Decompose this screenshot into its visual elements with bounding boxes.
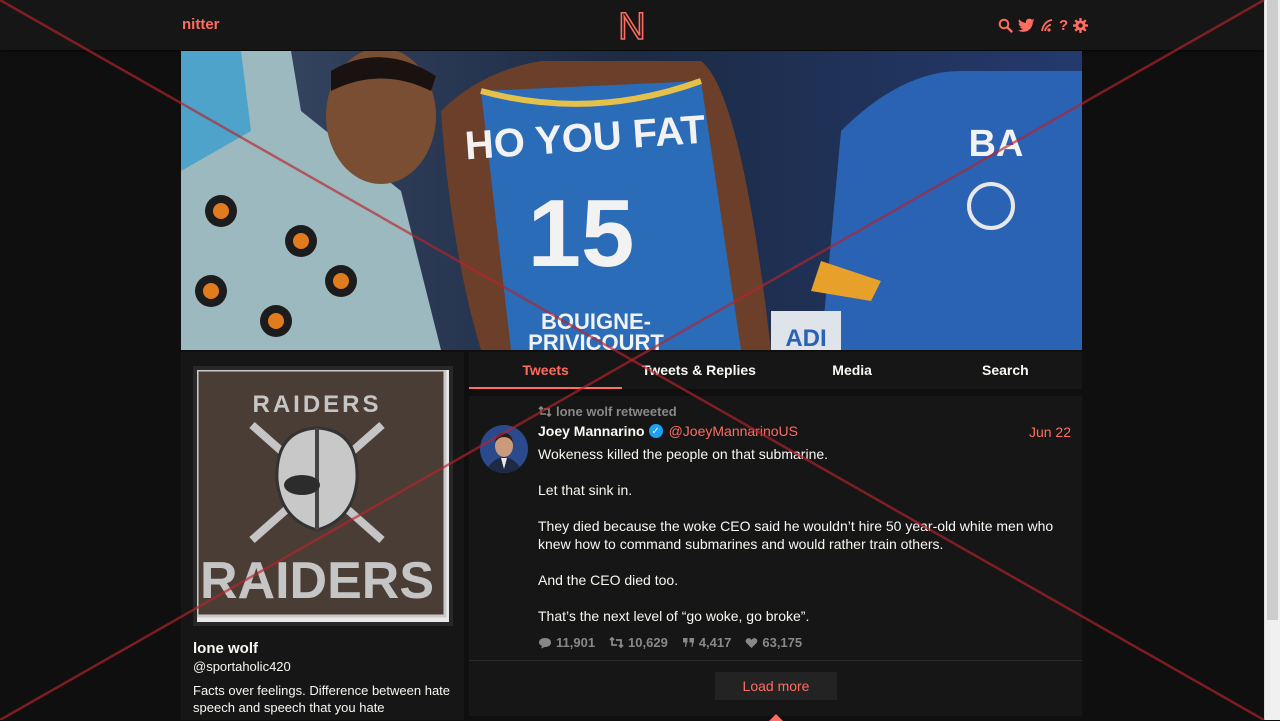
nitter-logo[interactable]: N bbox=[616, 6, 648, 44]
tweet-avatar[interactable] bbox=[480, 425, 528, 473]
help-icon[interactable]: ? bbox=[1059, 17, 1068, 34]
tweet-stats: 11,901 10,629 4,417 63,175 bbox=[538, 635, 802, 650]
tweet-paragraph: They died because the woke CEO said he w… bbox=[538, 518, 1054, 552]
tweet-author-name[interactable]: Joey Mannarino bbox=[538, 423, 645, 439]
quote-count: 4,417 bbox=[698, 635, 732, 650]
reply-count: 11,901 bbox=[556, 635, 596, 650]
tweet-paragraph: Let that sink in. bbox=[538, 482, 633, 498]
verified-icon: ✓ bbox=[648, 424, 663, 438]
tweet[interactable]: lone wolf retweeted Joey Mannarino ✓ @Jo… bbox=[469, 396, 1082, 661]
tweet-paragraph: That’s the next level of “go woke, go br… bbox=[538, 608, 810, 624]
svg-text:RAIDERS: RAIDERS bbox=[200, 552, 434, 610]
tab-media[interactable]: Media bbox=[776, 352, 929, 389]
svg-text:N: N bbox=[618, 6, 645, 44]
svg-text:ADI: ADI bbox=[785, 325, 826, 350]
tab-search[interactable]: Search bbox=[929, 352, 1082, 389]
reply-stat[interactable]: 11,901 bbox=[538, 635, 595, 650]
svg-text:PRIVICOURT: PRIVICOURT bbox=[528, 330, 664, 350]
svg-text:RAIDERS: RAIDERS bbox=[252, 391, 381, 418]
profile-banner[interactable]: HO YOU FAT 15 BOUIGNE- PRIVICOURT BA ADI bbox=[181, 51, 1082, 350]
retweet-icon bbox=[538, 406, 552, 417]
profile-card: RAIDERS RAIDERS lone wolf @sportaholic42… bbox=[181, 352, 464, 720]
tab-tweets-replies[interactable]: Tweets & Replies bbox=[622, 352, 775, 389]
timeline-tabs: Tweets Tweets & Replies Media Search bbox=[469, 352, 1082, 389]
tab-tweets[interactable]: Tweets bbox=[469, 352, 623, 389]
load-more-button[interactable]: Load more bbox=[715, 672, 837, 700]
retweet-label: lone wolf retweeted bbox=[556, 404, 677, 419]
svg-text:BA: BA bbox=[969, 123, 1024, 165]
like-stat[interactable]: 63,175 bbox=[745, 635, 802, 650]
tweet-paragraph: And the CEO died too. bbox=[538, 572, 679, 588]
retweet-header: lone wolf retweeted bbox=[538, 404, 677, 419]
navbar: nitter N ? bbox=[0, 0, 1264, 50]
profile-name[interactable]: lone wolf bbox=[193, 640, 258, 657]
retweet-stat[interactable]: 10,629 bbox=[609, 635, 668, 650]
search-icon[interactable] bbox=[998, 18, 1013, 33]
settings-icon[interactable] bbox=[1073, 17, 1089, 33]
profile-handle[interactable]: @sportaholic420 bbox=[193, 659, 291, 674]
profile-avatar[interactable]: RAIDERS RAIDERS bbox=[193, 366, 453, 626]
tweet-date[interactable]: Jun 22 bbox=[1029, 424, 1071, 440]
brand-link[interactable]: nitter bbox=[182, 16, 220, 33]
profile-bio: Facts over feelings. Difference between … bbox=[193, 683, 451, 715]
comment-icon bbox=[539, 637, 551, 648]
timeline: lone wolf retweeted Joey Mannarino ✓ @Jo… bbox=[469, 396, 1082, 716]
tweet-author-handle[interactable]: @JoeyMannarinoUS bbox=[669, 423, 798, 439]
tweet-content: Wokeness killed the people on that subma… bbox=[538, 445, 1068, 643]
tweet-paragraph: Wokeness killed the people on that subma… bbox=[538, 446, 829, 462]
like-count: 63,175 bbox=[762, 635, 803, 650]
quote-icon bbox=[682, 638, 694, 647]
twitter-icon[interactable] bbox=[1018, 18, 1035, 33]
heart-icon bbox=[746, 637, 758, 648]
tweet-header: Joey Mannarino ✓ @JoeyMannarinoUS bbox=[538, 423, 798, 439]
rss-icon[interactable] bbox=[1040, 18, 1054, 33]
retweet-icon bbox=[609, 637, 624, 648]
quote-stat[interactable]: 4,417 bbox=[682, 635, 732, 650]
retweet-count: 10,629 bbox=[628, 635, 668, 650]
svg-text:15: 15 bbox=[528, 180, 635, 287]
scrollbar-thumb[interactable] bbox=[1267, 0, 1278, 620]
nav-icons: ? bbox=[998, 16, 1089, 34]
